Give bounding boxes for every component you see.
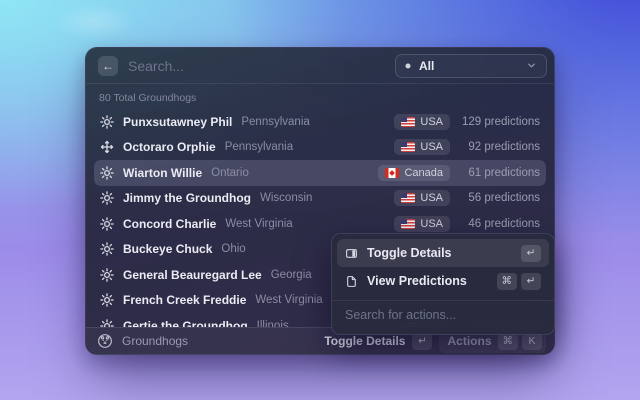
action-shortcut-keys: ⌘ ↵	[496, 272, 541, 290]
sun-icon	[100, 242, 114, 257]
snowflake-icon	[100, 140, 114, 154]
list-item[interactable]: Wiarton Willie Ontario Canada 61 prediction…	[94, 160, 546, 186]
action-item[interactable]: Toggle Details ↵	[337, 239, 549, 267]
sun-icon	[100, 267, 114, 282]
action-item-label: Toggle Details	[367, 246, 452, 260]
arrow-left-icon: ←	[102, 58, 114, 73]
country-label: USA	[420, 141, 443, 154]
groundhog-name: Jimmy the Groundhog	[123, 191, 252, 206]
country-badge: Canada	[378, 164, 450, 181]
groundhog-location: Georgia	[270, 268, 312, 281]
action-item[interactable]: View Predictions ⌘ ↵	[337, 267, 549, 295]
key-badge: ↵	[521, 244, 541, 262]
country-badge: USA	[394, 139, 450, 156]
groundhog-location: Ohio	[221, 243, 246, 256]
sun-icon	[100, 165, 114, 180]
usa-flag-icon	[401, 142, 416, 153]
primary-action-label[interactable]: Toggle Details	[324, 334, 405, 348]
key-badge: K	[522, 332, 542, 350]
prediction-count: 129 predictions	[462, 115, 540, 128]
groundhog-location: Pennsylvania	[241, 115, 310, 128]
country-badge: USA	[394, 190, 450, 207]
groundhog-name: Octoraro Orphie	[123, 140, 216, 155]
usa-flag-icon	[401, 116, 416, 127]
groundhog-name: Gertie the Groundhog	[123, 318, 248, 327]
groundhog-location: Illinois	[256, 319, 289, 327]
groundhog-name: General Beauregard Lee	[123, 267, 262, 282]
country-label: USA	[420, 115, 443, 128]
usa-flag-icon	[401, 193, 416, 204]
return-key-icon: ↵	[412, 332, 433, 350]
app-name: Groundhogs	[122, 334, 189, 348]
document-icon	[345, 275, 358, 288]
actions-label: Actions	[447, 334, 492, 348]
sun-icon	[100, 318, 114, 327]
sidebar-icon	[345, 247, 358, 260]
actions-search	[337, 301, 549, 329]
groundhog-location: Ontario	[211, 166, 249, 179]
dot-icon	[405, 63, 411, 69]
country-label: Canada	[404, 166, 443, 179]
search-bar: ← All	[86, 48, 554, 84]
filter-selected-value: All	[419, 58, 435, 73]
section-header: 80 Total Groundhogs	[99, 92, 197, 104]
country-label: USA	[420, 192, 443, 205]
groundhog-name: Wiarton Willie	[123, 165, 203, 180]
actions-search-input[interactable]	[345, 308, 541, 322]
sun-icon	[100, 191, 114, 206]
prediction-count: 92 predictions	[468, 141, 540, 154]
actions-popup: Toggle Details ↵ View Predictions ⌘ ↵	[331, 233, 555, 335]
action-item-label: View Predictions	[367, 274, 467, 288]
groundhog-location: Wisconsin	[260, 192, 313, 205]
list-item[interactable]: Punxsutawney Phil Pennsylvania USA 129 pred…	[94, 109, 546, 135]
usa-flag-icon	[401, 218, 416, 229]
prediction-count: 46 predictions	[468, 217, 540, 230]
chevron-down-icon	[526, 60, 537, 71]
groundhog-name: Buckeye Chuck	[123, 242, 213, 257]
sun-icon	[100, 216, 114, 231]
action-shortcut-keys: ↵	[521, 244, 541, 262]
sun-icon	[100, 114, 114, 129]
sun-icon	[100, 293, 114, 308]
list-item[interactable]: Jimmy the Groundhog Wisconsin USA 56 predic…	[94, 186, 546, 212]
actions-shortcut-keys: ⌘ K	[497, 332, 542, 350]
search-input[interactable]	[128, 57, 385, 74]
groundhog-name: Punxsutawney Phil	[123, 114, 233, 129]
key-badge: ⌘	[497, 332, 518, 350]
groundhog-location: Pennsylvania	[224, 141, 294, 154]
groundhog-location: West Virginia	[225, 217, 293, 230]
country-label: USA	[420, 217, 443, 230]
filter-dropdown[interactable]: All	[395, 53, 547, 78]
canada-flag-icon	[385, 167, 400, 178]
country-badge: USA	[394, 215, 450, 232]
key-badge: ↵	[521, 272, 541, 290]
prediction-count: 56 predictions	[468, 192, 540, 205]
actions-popup-items: Toggle Details ↵ View Predictions ⌘ ↵	[337, 239, 549, 295]
list-item[interactable]: Octoraro Orphie Pennsylvania USA 92 predict…	[94, 135, 546, 161]
groundhog-icon	[97, 333, 113, 349]
prediction-count: 61 predictions	[468, 166, 540, 179]
key-badge: ⌘	[496, 272, 517, 290]
groundhog-name: Concord Charlie	[123, 216, 217, 231]
country-badge: USA	[394, 113, 450, 130]
groundhog-location: West Virginia	[255, 294, 323, 307]
groundhog-name: French Creek Freddie	[123, 293, 247, 308]
back-button[interactable]: ←	[98, 55, 118, 76]
